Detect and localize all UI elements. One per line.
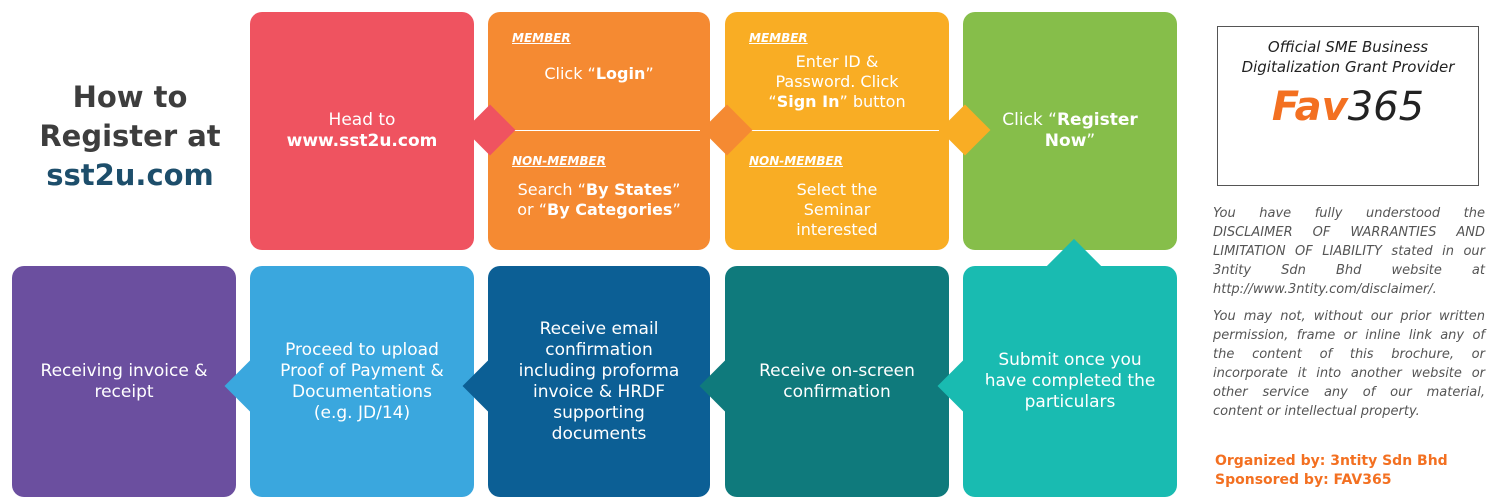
sponsor-caption: Official SME Business Digitalization Gra… — [1241, 38, 1455, 76]
step-2-member-tag: MEMBER — [512, 31, 571, 45]
organized-by: Organized by: 3ntity Sdn Bhd — [1215, 453, 1448, 469]
step-5-box: Submit once you have completed the parti… — [963, 266, 1177, 497]
step-8-text: Proceed to upload Proof of Payment & Doc… — [280, 339, 444, 423]
title-line-2: Register at — [39, 119, 221, 153]
step-2-member-text: Click “Login” — [544, 64, 654, 83]
step-2-nonmember-text: Search “By States” or “By Categories” — [517, 180, 681, 219]
step-3-box: MEMBER Enter ID & Password. Click “Sign … — [725, 12, 949, 250]
sponsored-by: Sponsored by: FAV365 — [1215, 472, 1392, 488]
step-9-box: Receiving invoice & receipt — [12, 266, 236, 497]
step-2-divider — [512, 130, 700, 131]
step-1-text: Head to www.sst2u.com — [287, 110, 438, 152]
page-title: How to Register at sst2u.com — [30, 78, 230, 195]
title-site: sst2u.com — [46, 158, 214, 192]
step-1-prefix: Head to — [328, 110, 396, 130]
fav365-logo: Fav365 — [1271, 84, 1425, 130]
step-2-nonmember-tag: NON-MEMBER — [512, 154, 606, 168]
step-8-box: Proceed to upload Proof of Payment & Doc… — [250, 266, 474, 497]
step-9-text: Receiving invoice & receipt — [40, 360, 208, 402]
step-3-member-tag: MEMBER — [749, 31, 808, 45]
step-5-text: Submit once you have completed the parti… — [984, 350, 1156, 412]
step-7-box: Receive email confirmation including pro… — [488, 266, 710, 497]
step-1-url: www.sst2u.com — [286, 131, 438, 151]
disclaimer-paragraph-1: You have fully understood the DISCLAIMER… — [1213, 206, 1485, 297]
step-2-box: MEMBER Click “Login” NON-MEMBER Search “… — [488, 12, 710, 250]
title-line-1: How to — [72, 80, 188, 114]
step-4-box: Click “Register Now” — [963, 12, 1177, 250]
step-3-divider — [749, 130, 939, 131]
step-6-text: Receive on-screen confirmation — [759, 360, 915, 402]
step-3-nonmember-text: Select the Seminar interested — [796, 180, 878, 239]
step-3-nonmember-tag: NON-MEMBER — [749, 154, 843, 168]
sponsor-card: Official SME Business Digitalization Gra… — [1217, 26, 1479, 186]
step-6-box: Receive on-screen confirmation — [725, 266, 949, 497]
disclaimer-paragraph-2: You may not, without our prior written p… — [1213, 309, 1485, 419]
step-1-box: Head to www.sst2u.com — [250, 12, 474, 250]
step-4-text: Click “Register Now” — [1002, 110, 1138, 151]
step-3-member-text: Enter ID & Password. Click “Sign In” but… — [768, 52, 906, 111]
step-7-text: Receive email confirmation including pro… — [518, 318, 680, 444]
